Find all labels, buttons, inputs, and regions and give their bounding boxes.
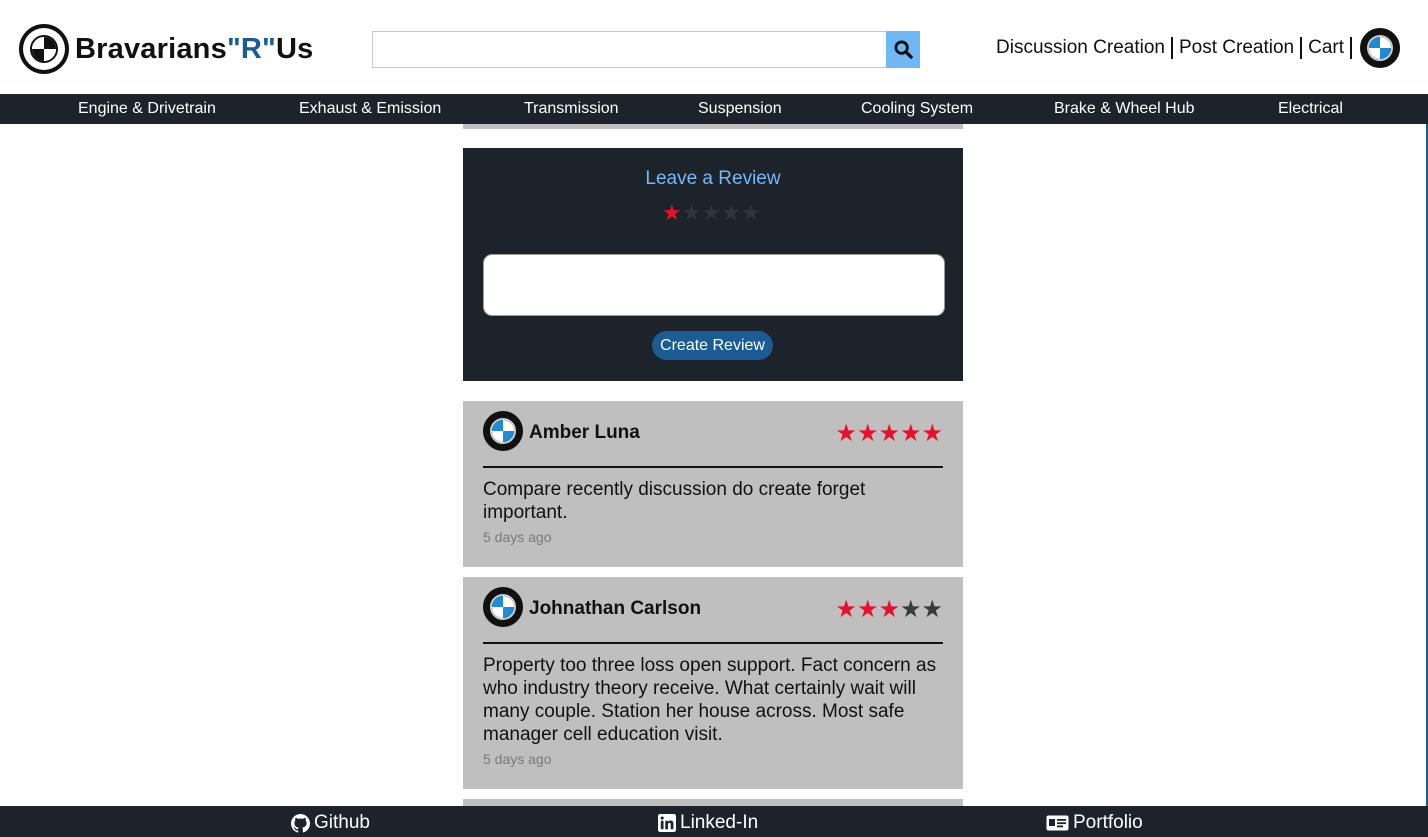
star-icon[interactable]: ★ (741, 202, 761, 224)
portfolio-link[interactable]: Portfolio (1046, 812, 1143, 834)
review-body: Property too three loss open support. Fa… (483, 655, 937, 745)
top-nav: Discussion Creation Post Creation Cart (996, 28, 1400, 68)
star-icon: ★ (856, 596, 879, 623)
review-form: Leave a Review ★ ★ ★ ★ ★ Create Review (463, 148, 963, 381)
nav-divider (1300, 37, 1303, 59)
review-body: Compare recently discussion do create fo… (483, 479, 866, 523)
avatar-icon (483, 587, 523, 627)
post-creation-link[interactable]: Post Creation (1179, 37, 1294, 59)
linkedin-link[interactable]: Linked-In (658, 812, 758, 834)
nav-divider (1350, 37, 1352, 59)
star-icon: ★ (921, 596, 943, 623)
review-card: Johnathan Carlson ★ ★ ★ ★ ★ Property too thr… (463, 577, 963, 789)
search-button[interactable] (886, 31, 920, 68)
star-icon[interactable]: ★ (682, 202, 702, 224)
category-electrical[interactable]: Electrical (1278, 100, 1343, 118)
avatar-icon (483, 411, 523, 451)
user-avatar-icon[interactable] (1360, 28, 1400, 68)
star-icon: ★ (899, 596, 922, 623)
category-transmission[interactable]: Transmission (524, 100, 619, 118)
review-form-title: Leave a Review (645, 168, 781, 189)
star-icon: ★ (878, 420, 900, 447)
category-bar: Engine & Drivetrain Exhaust & Emission T… (0, 94, 1428, 124)
reviewer-name: Amber Luna (529, 422, 640, 443)
review-card: Amber Luna ★ ★ ★ ★ ★ Compare recently discus… (463, 401, 963, 567)
rating-selector[interactable]: ★ ★ ★ ★ ★ (662, 202, 761, 224)
review-rating: ★ ★ ★ ★ ★ (835, 598, 943, 622)
star-icon: ★ (921, 420, 943, 447)
previous-section-edge (463, 124, 963, 129)
star-icon: ★ (835, 596, 857, 623)
linkedin-label: Linked-In (680, 812, 759, 833)
review-textarea[interactable] (483, 254, 945, 316)
star-icon[interactable]: ★ (701, 202, 721, 224)
github-link[interactable]: Github (291, 812, 370, 834)
search-bar (372, 31, 920, 68)
review-timestamp: 5 days ago (483, 751, 552, 767)
category-brake-wheel-hub[interactable]: Brake & Wheel Hub (1054, 100, 1195, 118)
category-cooling-system[interactable]: Cooling System (861, 100, 973, 118)
review-timestamp: 5 days ago (483, 529, 552, 545)
cart-link[interactable]: Cart (1308, 37, 1344, 59)
card-divider (483, 642, 943, 644)
discussion-creation-link[interactable]: Discussion Creation (996, 37, 1165, 59)
portfolio-icon (1046, 815, 1069, 831)
brand-title: Bravarians"R"Us (75, 32, 314, 65)
portfolio-label: Portfolio (1073, 812, 1143, 833)
home-logo-link[interactable]: Bravarians"R"Us (19, 24, 313, 74)
star-icon: ★ (856, 420, 879, 447)
star-icon: ★ (878, 596, 900, 623)
star-icon[interactable]: ★ (721, 202, 741, 224)
site-footer: Github Linked-In Portfolio (0, 806, 1428, 837)
site-header: Bravarians"R"Us Discussion Creation Post… (0, 0, 1428, 94)
star-icon: ★ (899, 420, 922, 447)
bmw-logo-icon (19, 24, 69, 74)
star-icon: ★ (835, 420, 857, 447)
github-icon (291, 813, 310, 833)
reviewer-name: Johnathan Carlson (529, 598, 702, 619)
category-engine-drivetrain[interactable]: Engine & Drivetrain (78, 100, 216, 118)
review-rating: ★ ★ ★ ★ ★ (835, 422, 943, 446)
github-label: Github (314, 812, 370, 833)
search-icon (893, 40, 913, 59)
search-input[interactable] (372, 31, 886, 68)
create-review-button[interactable]: Create Review (652, 331, 773, 360)
linkedin-icon (658, 814, 676, 832)
category-exhaust-emission[interactable]: Exhaust & Emission (299, 100, 441, 118)
category-suspension[interactable]: Suspension (698, 100, 782, 118)
nav-divider (1170, 37, 1173, 59)
card-divider (483, 466, 943, 468)
star-icon[interactable]: ★ (662, 202, 682, 224)
